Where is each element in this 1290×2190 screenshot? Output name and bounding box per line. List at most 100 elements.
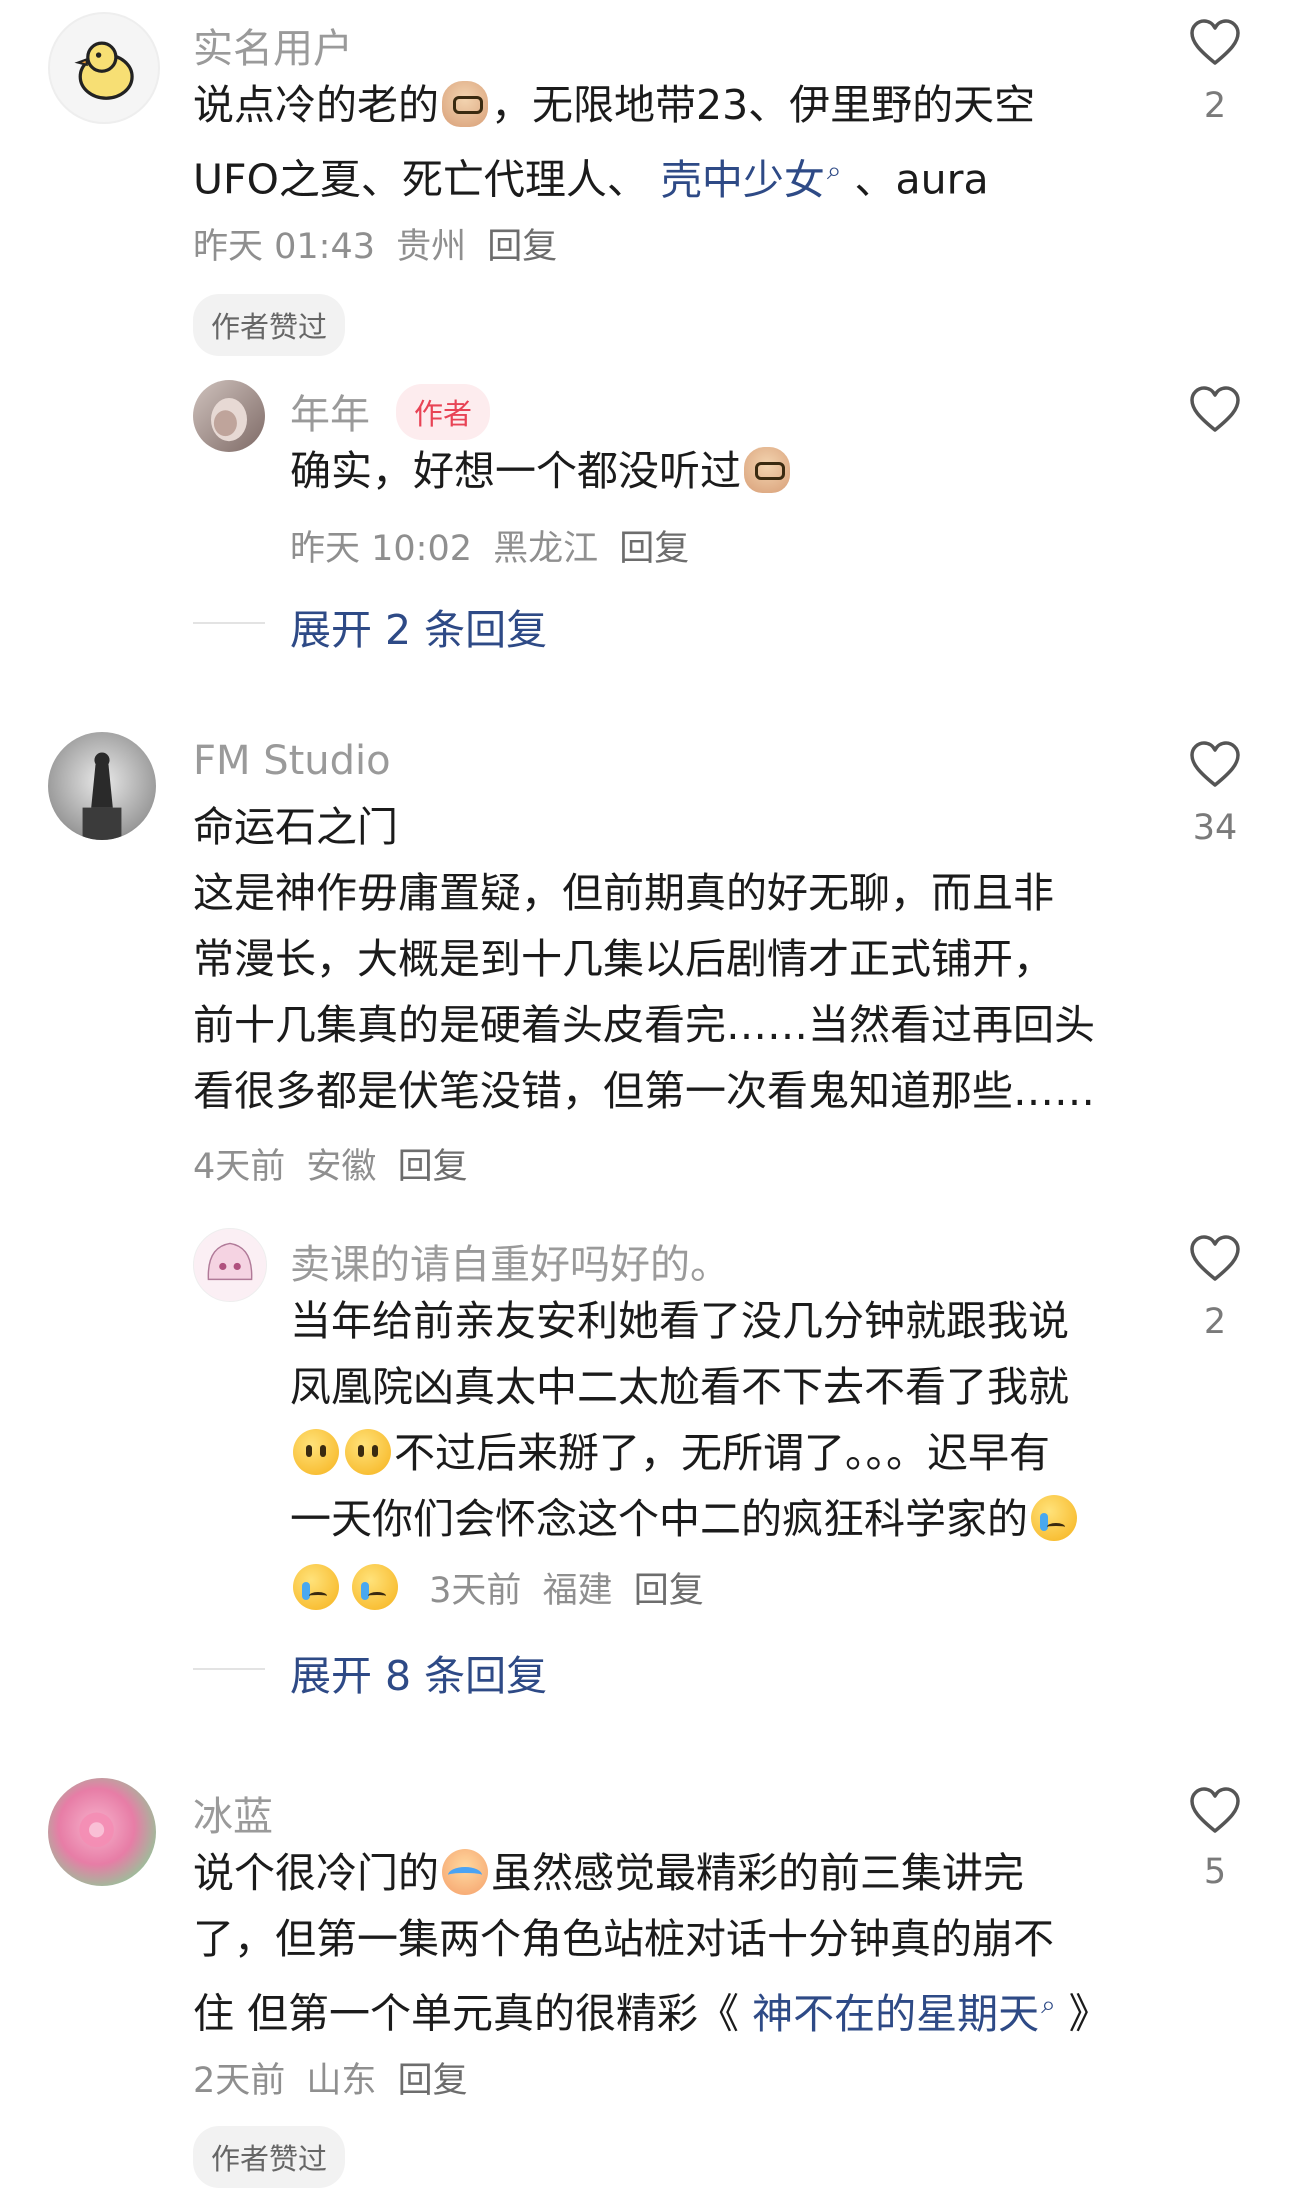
like-count: 2 (1203, 1302, 1227, 1342)
face-emoji-icon (345, 1429, 391, 1475)
expand-replies-button[interactable]: 展开 2 条回复 (290, 596, 547, 656)
chick-avatar-icon (74, 41, 134, 100)
reply-meta: 昨天 10:02 黑龙江 回复 (290, 520, 699, 571)
reply-button[interactable]: 回复 (619, 529, 689, 569)
like-button[interactable] (1187, 740, 1243, 788)
text-segment: ，无限地带23、伊里野的天空 (491, 81, 1036, 129)
location: 贵州 (396, 227, 467, 267)
comment-meta: 昨天 01:43 贵州 回复 (193, 218, 567, 269)
like-button[interactable] (1187, 385, 1243, 433)
text-line: UFO之夏、死亡代理人、 壳中少女⌕ 、aura (193, 138, 1035, 213)
location: 黑龙江 (493, 529, 599, 569)
search-icon: ⌕ (826, 156, 842, 186)
text-line: 确实，好想一个都没听过 (290, 438, 793, 504)
comment-text: 命运石之门这是神作毋庸置疑，但前期真的好无聊，而且非常漫长，大概是到十几集以后剧… (193, 794, 1095, 1124)
reply-avatar[interactable] (193, 380, 265, 452)
like-button[interactable] (1187, 1234, 1243, 1282)
like-count: 5 (1203, 1852, 1227, 1892)
emoji-row (290, 1564, 408, 1611)
search-link[interactable]: 神不在的星期天⌕ (752, 1990, 1056, 2038)
divider (193, 622, 265, 624)
author-liked-chip: 作者赞过 (193, 294, 346, 356)
heart-outline-icon (1190, 386, 1240, 432)
text-segment: 一天你们会怀念这个中二的疯狂科学家的 (290, 1495, 1028, 1543)
timestamp: 3天前 (429, 1571, 522, 1611)
text-segment: 前十几集真的是硬着头皮看完……当然看过再回头 (193, 1001, 1095, 1049)
bean-emoji-icon (442, 81, 488, 127)
text-segment: 了，但第一集两个角色站桩对话十分钟真的崩不 (193, 1915, 1054, 1963)
search-icon: ⌕ (1041, 1990, 1056, 2020)
text-line: 说点冷的老的 ，无限地带23、伊里野的天空 (193, 72, 1035, 138)
text-segment: 当年给前亲友安利她看了没几分钟就跟我说 (290, 1297, 1069, 1345)
location: 山东 (306, 2061, 377, 2101)
reply-username[interactable]: 卖课的请自重好吗好的。 (290, 1232, 730, 1290)
location: 安徽 (306, 1147, 377, 1187)
cry-emoji-icon (1031, 1495, 1077, 1541)
search-link[interactable]: 壳中少女⌕ (661, 156, 842, 204)
username[interactable]: 实名用户 (193, 16, 353, 74)
like-button[interactable] (1187, 18, 1243, 66)
reply-meta: 3天前 福建 回复 (290, 1562, 714, 1613)
comment-text: 说个很冷门的 虽然感觉最精彩的前三集讲完了，但第一集两个角色站桩对话十分钟真的崩不… (193, 1840, 1110, 2047)
expand-replies-button[interactable]: 展开 8 条回复 (290, 1642, 547, 1702)
comment-meta: 4天前 安徽 回复 (193, 1138, 478, 1189)
text-segment: 住 但第一个单元真的很精彩《 (193, 1989, 753, 2038)
reply-text: 当年给前亲友安利她看了没几分钟就跟我说 凤凰院凶真太中二太尬看不下去不看了我就不过… (290, 1288, 1080, 1552)
reply-button[interactable]: 回复 (398, 2061, 468, 2101)
text-segment: 命运石之门 (193, 803, 398, 851)
avatar[interactable] (48, 732, 156, 840)
text-segment: 不过后来掰了，无所谓了。。。迟早有 (394, 1429, 1050, 1477)
text-line: 凤凰院凶真太中二太尬看不下去不看了我就 (290, 1354, 1080, 1420)
author-badge: 作者 (396, 384, 491, 440)
divider (193, 1668, 265, 1670)
reply-avatar[interactable] (193, 1228, 267, 1302)
username[interactable]: FM Studio (193, 738, 391, 784)
face-emoji-icon (293, 1429, 339, 1475)
text-segment: UFO之夏、死亡代理人、 (193, 155, 661, 204)
text-line: 了，但第一集两个角色站桩对话十分钟真的崩不 (193, 1906, 1110, 1972)
cry-emoji-icon (293, 1564, 339, 1610)
timestamp: 4天前 (193, 1147, 286, 1187)
reply-button[interactable]: 回复 (487, 227, 557, 267)
heart-outline-icon (1190, 1787, 1240, 1833)
reply-text: 确实，好想一个都没听过 (290, 438, 793, 504)
search-link-label: 壳中少女 (660, 155, 825, 204)
like-count: 2 (1203, 86, 1227, 126)
comment-text: 说点冷的老的 ，无限地带23、伊里野的天空 UFO之夏、死亡代理人、 壳中少女⌕ 、… (193, 72, 1035, 213)
avatar[interactable] (48, 1778, 156, 1886)
flower-photo-icon (79, 1812, 114, 1848)
text-segment: 常漫长，大概是到十几集以后剧情才正式铺开， (193, 935, 1054, 983)
timestamp: 2天前 (193, 2061, 286, 2101)
comment-meta: 2天前 山东 回复 (193, 2052, 478, 2103)
like-button[interactable] (1187, 1786, 1243, 1834)
reply-username[interactable]: 年年 (290, 382, 370, 440)
username[interactable]: 冰蓝 (193, 1784, 273, 1842)
person-photo-icon (211, 398, 247, 442)
text-segment: 、aura (841, 155, 989, 204)
text-segment: 看很多都是伏笔没错，但第一次看鬼知道那些…… (193, 1067, 1095, 1115)
text-segment: 凤凰院凶真太中二太尬看不下去不看了我就 (290, 1363, 1069, 1411)
location: 福建 (542, 1571, 613, 1611)
text-segment: 虽然感觉最精彩的前三集讲完 (491, 1849, 1024, 1897)
search-link-label: 神不在的星期天 (752, 1989, 1040, 2038)
text-segment: 说个很冷门的 (193, 1849, 439, 1897)
author-liked-chip: 作者赞过 (193, 2126, 346, 2188)
text-line: 常漫长，大概是到十几集以后剧情才正式铺开， (193, 926, 1095, 992)
text-line: 说个很冷门的 虽然感觉最精彩的前三集讲完 (193, 1840, 1110, 1906)
avatar[interactable] (48, 12, 160, 124)
text-line: 前十几集真的是硬着头皮看完……当然看过再回头 (193, 992, 1095, 1058)
like-count: 34 (1192, 808, 1238, 848)
cry-emoji-icon (352, 1564, 398, 1610)
timestamp: 昨天 10:02 (290, 529, 472, 569)
bean-emoji-icon (744, 447, 790, 493)
text-line: 不过后来掰了，无所谓了。。。迟早有 (290, 1420, 1080, 1486)
text-line: 这是神作毋庸置疑，但前期真的好无聊，而且非 (193, 860, 1095, 926)
timestamp: 昨天 01:43 (193, 227, 375, 267)
reply-button[interactable]: 回复 (398, 1147, 468, 1187)
text-line: 一天你们会怀念这个中二的疯狂科学家的 (290, 1486, 1080, 1552)
text-segment: 》 (1055, 1989, 1110, 2038)
heart-outline-icon (1190, 19, 1240, 65)
anime-avatar-icon (207, 1242, 253, 1281)
heart-outline-icon (1190, 741, 1240, 787)
reply-button[interactable]: 回复 (634, 1571, 704, 1611)
